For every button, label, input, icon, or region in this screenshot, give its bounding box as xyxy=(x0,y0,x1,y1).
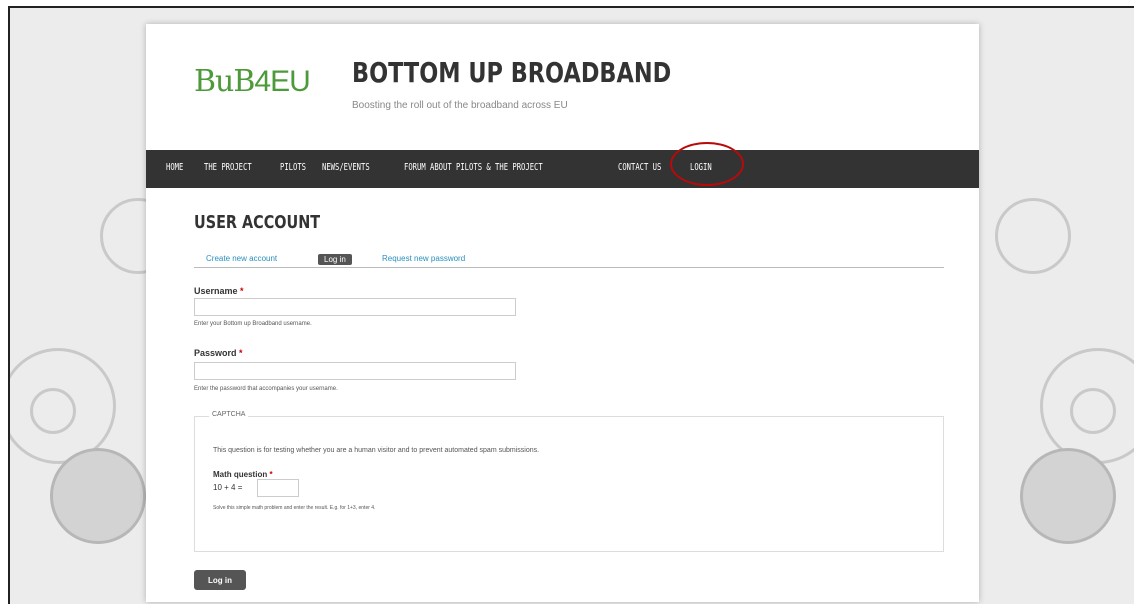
nav-item-pilots[interactable]: PILOTS xyxy=(280,162,306,173)
math-question-label: Math question * xyxy=(213,470,273,479)
password-required-mark: * xyxy=(239,348,243,358)
site-logo[interactable]: BuB4EU xyxy=(194,64,311,99)
username-field[interactable] xyxy=(194,298,516,316)
password-description: Enter the password that accompanies your… xyxy=(194,386,338,392)
login-highlight-circle xyxy=(670,142,744,186)
math-description: Solve this simple math problem and enter… xyxy=(213,505,376,511)
tab-create-account[interactable]: Create new account xyxy=(206,254,277,263)
username-label: Username * xyxy=(194,286,244,296)
math-required-mark: * xyxy=(269,470,273,479)
math-question-label-text: Math question xyxy=(213,470,268,479)
page-container: BuB4EU BOTTOM UP BROADBAND Boosting the … xyxy=(146,24,979,602)
decorative-swirl-right-top xyxy=(995,198,1071,274)
math-answer-field[interactable] xyxy=(257,479,299,497)
log-in-button[interactable]: Log in xyxy=(194,570,246,590)
captcha-fieldset: CAPTCHA This question is for testing whe… xyxy=(194,411,944,552)
tab-request-password[interactable]: Request new password xyxy=(382,254,465,263)
username-label-text: Username xyxy=(194,286,238,296)
password-label-text: Password xyxy=(194,348,237,358)
logo-bold-text: BuB xyxy=(194,64,255,99)
site-name[interactable]: BOTTOM UP BROADBAND xyxy=(352,56,671,89)
username-description: Enter your Bottom up Broadband username. xyxy=(194,321,312,327)
decorative-swirl-left-small xyxy=(30,388,76,434)
password-field[interactable] xyxy=(194,362,516,380)
main-navigation: HOME THE PROJECT PILOTS NEWS/EVENTS FORU… xyxy=(146,150,979,188)
captcha-legend: CAPTCHA xyxy=(209,411,249,418)
decorative-swirl-left-bottom xyxy=(50,448,146,544)
password-label: Password * xyxy=(194,348,243,358)
username-required-mark: * xyxy=(240,286,244,296)
tab-log-in[interactable]: Log in xyxy=(318,254,352,265)
nav-item-the-project[interactable]: THE PROJECT xyxy=(204,162,252,173)
decorative-swirl-right-bottom xyxy=(1020,448,1116,544)
nav-item-forum[interactable]: FORUM ABOUT PILOTS & THE PROJECT xyxy=(404,162,543,173)
math-question-text: 10 + 4 = xyxy=(213,483,243,492)
logo-thin-text: 4EU xyxy=(254,65,310,98)
nav-item-home[interactable]: HOME xyxy=(166,162,183,173)
nav-item-contact-us[interactable]: CONTACT US xyxy=(618,162,661,173)
captcha-description: This question is for testing whether you… xyxy=(213,447,540,454)
site-slogan: Boosting the roll out of the broadband a… xyxy=(352,100,568,111)
decorative-swirl-right-small xyxy=(1070,388,1116,434)
nav-item-news-events[interactable]: NEWS/EVENTS xyxy=(322,162,370,173)
page-title: USER ACCOUNT xyxy=(194,212,321,233)
tabs-divider xyxy=(194,267,944,268)
